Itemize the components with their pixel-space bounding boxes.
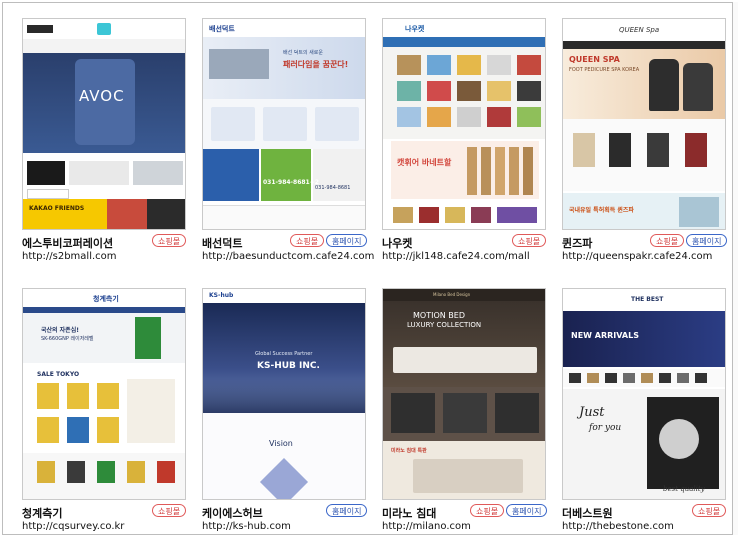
script-text: for you [589, 423, 622, 433]
promo-text: 미라노 침대 특판 [391, 448, 427, 454]
hero-subtitle: FOOT PEDICURE SPA KOREA [569, 67, 640, 73]
site-thumbnail[interactable]: THE BEST NEW ARRIVALS Just for you best … [562, 288, 726, 500]
shop-badge[interactable]: 쇼핑몰 [650, 234, 685, 247]
banner-text: KAKAO FRIENDS [29, 205, 85, 212]
shop-badge[interactable]: 쇼핑몰 [152, 504, 187, 517]
hero-text: 국산의 자존심! [41, 327, 79, 334]
shop-badge[interactable]: 쇼핑몰 [290, 234, 325, 247]
site-logo: THE BEST [631, 296, 664, 303]
site-thumbnail[interactable]: 배선덕트 배선 덕트의 새로운 패러다임을 꿈꾼다! 031-984-8681~… [202, 18, 366, 230]
site-url[interactable]: http://s2bmall.com [22, 251, 117, 262]
site-name[interactable]: 미라노 침대 [382, 505, 436, 521]
hero-title: LUXURY COLLECTION [407, 321, 482, 329]
homepage-badge[interactable]: 홈페이지 [506, 504, 548, 517]
shop-badge[interactable]: 쇼핑몰 [512, 234, 547, 247]
site-name[interactable]: 배선덕트 [202, 235, 242, 251]
hero-tag: Global Success Partner [255, 351, 313, 357]
site-name[interactable]: 케이에스허브 [202, 505, 263, 521]
site-name[interactable]: 청계측기 [22, 505, 62, 521]
site-name[interactable]: 에스투비코퍼레이션 [22, 235, 113, 251]
shop-badge[interactable]: 쇼핑몰 [152, 234, 187, 247]
hero-title: NEW ARRIVALS [571, 331, 639, 340]
shop-badge[interactable]: 쇼핑몰 [470, 504, 505, 517]
site-logo: KS-hub [209, 292, 234, 299]
scrollbar[interactable] [732, 2, 738, 535]
site-name[interactable]: 나우켓 [382, 235, 412, 251]
tagline: best quality [663, 485, 705, 493]
hero-text: AVOC [79, 87, 125, 105]
site-thumbnail[interactable]: Milano Bed Design MOTION BED LUXURY COLL… [382, 288, 546, 500]
site-logo: Milano Bed Design [433, 292, 471, 297]
site-url[interactable]: http://milano.com [382, 521, 471, 532]
site-name[interactable]: 퀸즈파 [562, 235, 592, 251]
site-url[interactable]: http://baesunductcom.cafe24.com [202, 251, 374, 262]
site-thumbnail[interactable]: KS-hub Global Success Partner KS-HUB INC… [202, 288, 366, 500]
site-logo: QUEEN Spa [619, 26, 660, 34]
hero-text: SK-660GNP 레이저레벨 [41, 336, 94, 342]
site-logo: 나우켓 [405, 25, 425, 33]
site-url[interactable]: http://thebestone.com [562, 521, 674, 532]
homepage-badge[interactable]: 홈페이지 [686, 234, 728, 247]
site-thumbnail[interactable]: 나우켓 캣휘어 바네트할 [382, 18, 546, 230]
phone-number: 031-984-8681~2 [263, 179, 319, 186]
phone-number: 031-984-8681 [315, 185, 351, 191]
site-url[interactable]: http://cqsurvey.co.kr [22, 521, 124, 532]
hero-title: MOTION BED [413, 311, 465, 320]
promo-text: 국내유일 특허획득 퀸즈파 [569, 207, 634, 214]
site-name[interactable]: 더베스트원 [562, 505, 613, 521]
site-thumbnail[interactable]: QUEEN Spa QUEEN SPA FOOT PEDICURE SPA KO… [562, 18, 726, 230]
homepage-badge[interactable]: 홈페이지 [326, 504, 368, 517]
shop-badge[interactable]: 쇼핑몰 [692, 504, 727, 517]
site-url[interactable]: http://jkl148.cafe24.com/mall [382, 251, 530, 262]
section-title: Vision [269, 439, 293, 448]
site-logo: 배선덕트 [209, 25, 235, 33]
script-text: Just [579, 405, 605, 420]
section-title: SALE TOKYO [37, 371, 80, 378]
site-url[interactable]: http://ks-hub.com [202, 521, 291, 532]
site-thumbnail[interactable]: AVOC KAKAO FRIENDS [22, 18, 186, 230]
hero-line: 패러다임을 꿈꾼다! [283, 60, 349, 69]
homepage-badge[interactable]: 홈페이지 [326, 234, 368, 247]
hero-title: KS-HUB INC. [257, 361, 320, 371]
hero-title: QUEEN SPA [569, 55, 620, 64]
site-url[interactable]: http://queenspakr.cafe24.com [562, 251, 712, 262]
site-logo: 청계측기 [93, 295, 119, 303]
site-thumbnail[interactable]: 청계측기 국산의 자존심! SK-660GNP 레이저레벨 SALE TOKYO [22, 288, 186, 500]
promo-text: 캣휘어 바네트할 [397, 158, 452, 167]
hero-line: 배선 덕트의 새로운 [283, 50, 323, 56]
